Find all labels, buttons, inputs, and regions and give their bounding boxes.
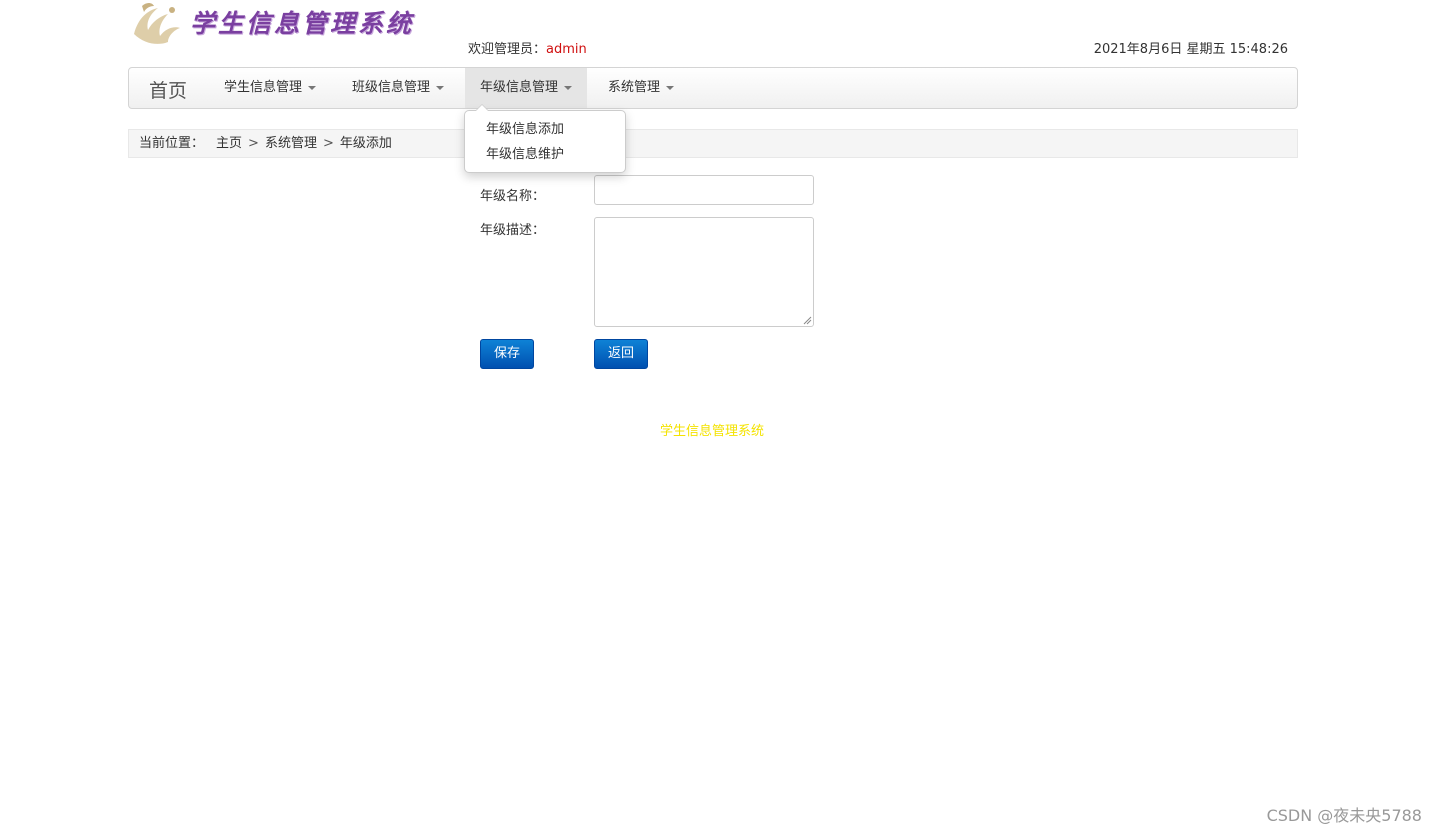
grade-name-label: 年级名称： [480, 189, 546, 204]
back-button[interactable]: 返回 [594, 339, 648, 369]
breadcrumb-item-current: 年级添加 [339, 136, 392, 151]
grade-name-input[interactable] [594, 175, 814, 205]
top-navbar: 首页 学生信息管理 班级信息管理 年级信息管理 系统管理 [128, 67, 1298, 109]
nav-home-link[interactable]: 首页 [149, 76, 187, 103]
site-logo: 学生信息管理系统 [128, 0, 428, 50]
grade-desc-textarea[interactable] [594, 217, 814, 327]
breadcrumb-separator: > [322, 136, 334, 151]
breadcrumb-label: 当前位置： [139, 136, 205, 151]
csdn-watermark: CSDN @夜未央5788 [1266, 806, 1422, 825]
current-datetime: 2021年8月6日 星期五 15:48:26 [1093, 42, 1288, 57]
dropdown-item-grade-maintain[interactable]: 年级信息维护 [465, 142, 625, 167]
nav-student-management[interactable]: 学生信息管理 [209, 68, 331, 108]
caret-down-icon [308, 85, 317, 90]
breadcrumb-item-system[interactable]: 系统管理 [265, 136, 317, 151]
nav-grade-management-label: 年级信息管理 [480, 80, 559, 95]
logo-title: 学生信息管理系统 [190, 9, 415, 38]
dropdown-item-grade-add[interactable]: 年级信息添加 [465, 117, 625, 142]
resize-grip-icon[interactable] [803, 316, 812, 325]
footer-text: 学生信息管理系统 [659, 424, 764, 439]
nav-class-management[interactable]: 班级信息管理 [337, 68, 459, 108]
welcome-text: 欢迎管理员：admin [468, 38, 587, 57]
caret-down-icon [436, 85, 445, 90]
welcome-username: admin [546, 42, 587, 57]
breadcrumb: 当前位置： 主页 > 系统管理 > 年级添加 [128, 129, 1298, 158]
breadcrumb-item-home[interactable]: 主页 [216, 136, 242, 151]
grade-dropdown-menu: 年级信息添加 年级信息维护 [464, 104, 626, 173]
nav-system-management[interactable]: 系统管理 [593, 68, 689, 108]
welcome-label: 欢迎管理员： [468, 42, 547, 57]
grade-desc-label: 年级描述： [480, 223, 546, 238]
caret-down-icon [666, 85, 675, 90]
nav-student-management-label: 学生信息管理 [224, 80, 303, 95]
nav-class-management-label: 班级信息管理 [352, 80, 431, 95]
save-button[interactable]: 保存 [480, 339, 534, 369]
caret-down-icon [564, 85, 573, 90]
nav-system-management-label: 系统管理 [608, 80, 661, 95]
breadcrumb-separator: > [248, 136, 259, 151]
logo-swan-icon [134, 3, 180, 44]
nav-grade-management[interactable]: 年级信息管理 [465, 68, 588, 108]
